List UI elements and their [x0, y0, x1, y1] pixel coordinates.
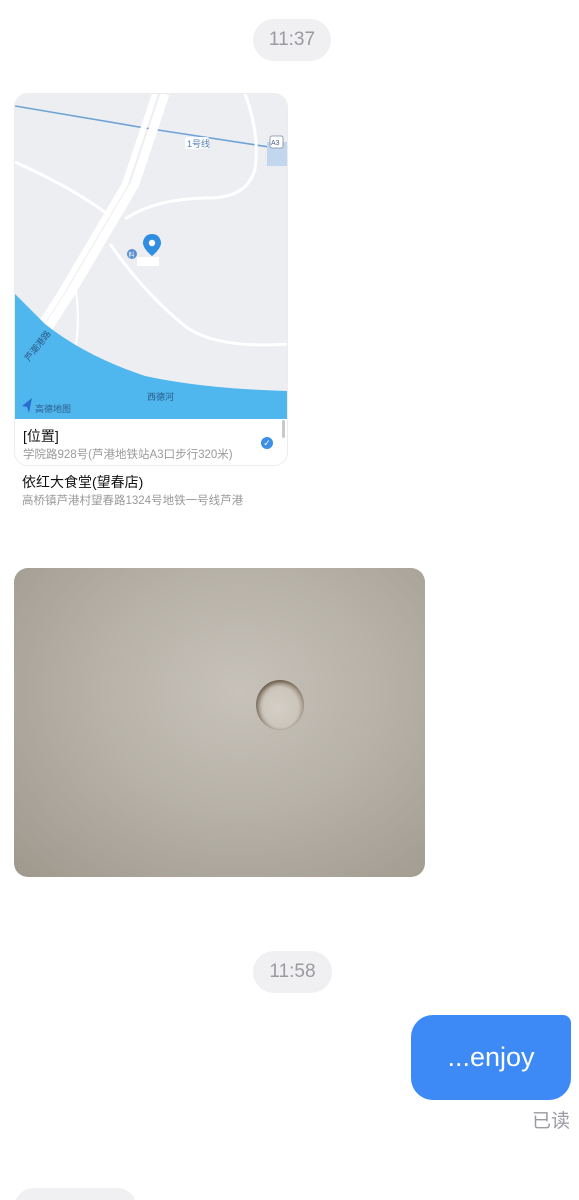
metro-line-label: 1号线 — [187, 138, 210, 149]
image-message[interactable] — [14, 568, 425, 877]
incoming-message-bubble-partial[interactable] — [14, 1188, 137, 1200]
poi-marker-label: 料 — [129, 251, 135, 259]
timestamp-pill: 11:37 — [253, 19, 331, 61]
map-watermark: 高德地图 — [35, 403, 71, 414]
river-label: 西德河 — [147, 391, 174, 402]
map-preview[interactable]: 1号线 A3 西德河 芦潮港路 料 高德地图 — [15, 94, 287, 419]
chat-screen: 11:37 1号线 A3 西德河 芦潮港路 料 高德地图 [位置] 学院路928… — [0, 0, 579, 1200]
timestamp-pill: 11:58 — [253, 951, 332, 993]
photo-wall-hole — [256, 680, 304, 730]
check-circle-icon: ✓ — [261, 437, 273, 449]
scrollbar[interactable] — [282, 420, 285, 438]
outgoing-message-bubble[interactable]: ...enjoy — [411, 1015, 571, 1100]
location-address: 学院路928号(芦港地铁站A3口步行320米) — [23, 449, 233, 461]
location-title: [位置] — [23, 428, 59, 444]
divider — [15, 465, 288, 466]
place-name[interactable]: 依红大食堂(望春店) — [22, 472, 143, 492]
exit-marker-label: A3 — [271, 140, 280, 147]
place-address: 高桥镇芦港村望春路1324号地铁一号线芦港 — [22, 495, 244, 507]
location-message-card[interactable]: 1号线 A3 西德河 芦潮港路 料 高德地图 [位置] 学院路928号(芦港地铁… — [14, 93, 288, 466]
read-status: 已读 — [531, 1111, 570, 1132]
